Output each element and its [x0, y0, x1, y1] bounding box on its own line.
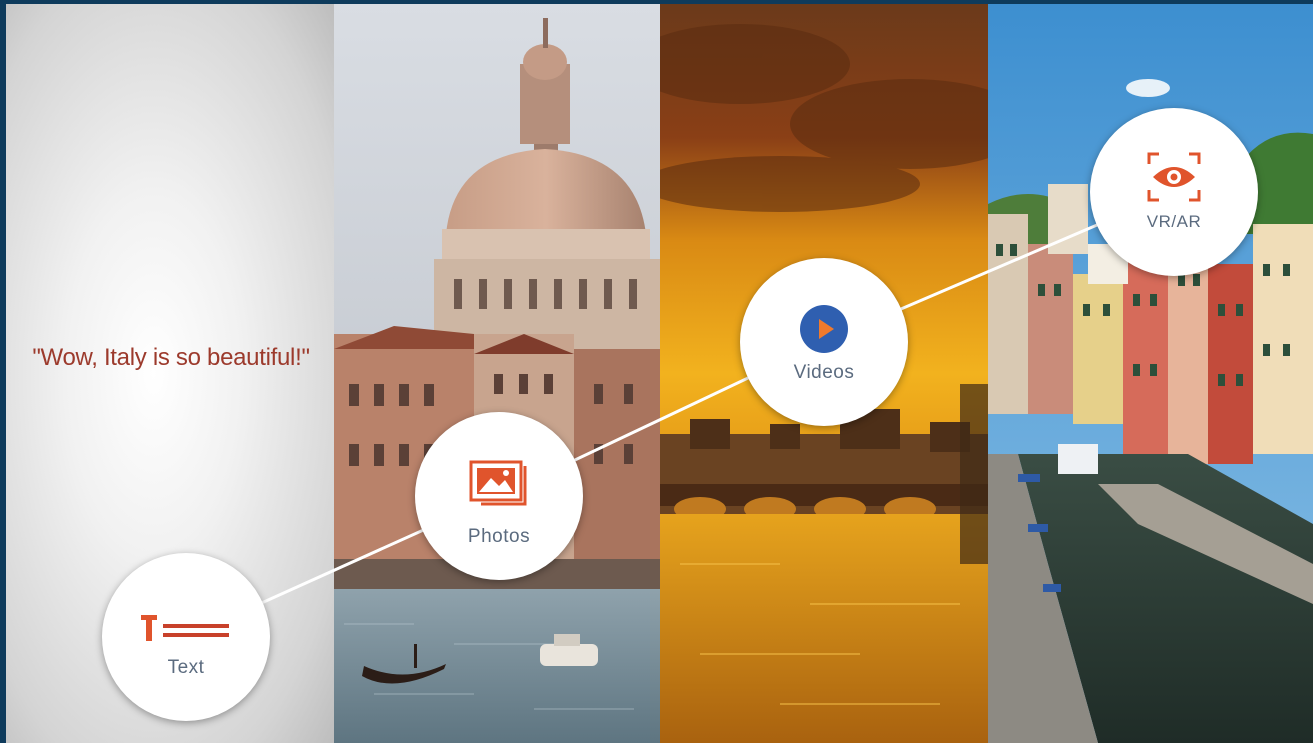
eye-scan-icon [1147, 152, 1201, 202]
panel-venice-photo [334, 4, 660, 743]
text-label: Text [167, 657, 205, 678]
vrar-label: VR/AR [1146, 212, 1202, 231]
photos-badge[interactable]: Photos [415, 412, 583, 580]
videos-badge[interactable]: Videos [740, 258, 908, 426]
videos-label: Videos [793, 362, 855, 383]
text-badge[interactable]: Text [102, 553, 270, 721]
image-icon [469, 460, 527, 506]
quote-text: "Wow, Italy is so beautiful!" [32, 344, 310, 371]
venice-photo [334, 4, 660, 743]
slide-frame: "Wow, Italy is so beautiful!" Text Photo… [0, 0, 1313, 743]
photos-label: Photos [467, 526, 531, 547]
vrar-badge[interactable]: VR/AR [1090, 108, 1258, 276]
text-icon [141, 615, 229, 641]
play-icon [800, 305, 848, 353]
